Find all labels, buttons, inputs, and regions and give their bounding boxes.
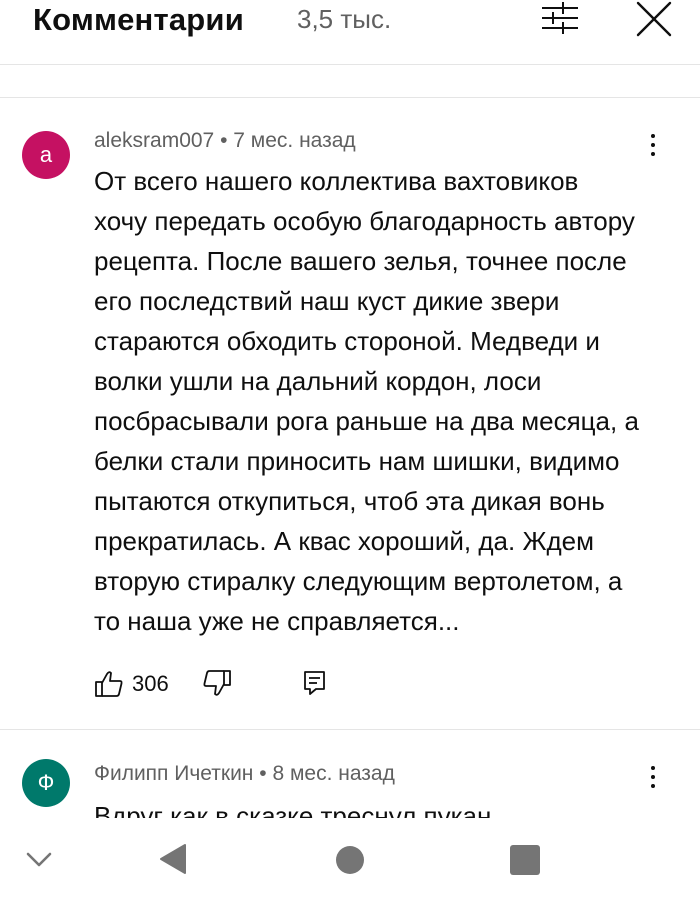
comment-text: От всего нашего коллектива вахтовиков хо… xyxy=(94,161,679,641)
comment-actions: 306 xyxy=(94,665,434,701)
header-divider xyxy=(0,64,700,65)
more-vert-icon xyxy=(651,766,655,788)
like-button[interactable] xyxy=(94,669,124,699)
comment-line: то наша уже не справляется... xyxy=(94,606,460,636)
comment-line: вторую стиралку следующим вертолетом, а xyxy=(94,566,623,596)
more-options-button[interactable] xyxy=(640,761,666,793)
comments-header: Комментарии 3,5 тыс. xyxy=(0,0,700,64)
comment-line: Вдруг как в сказке треснул пукан xyxy=(94,801,492,818)
nav-recents-button[interactable] xyxy=(510,845,540,875)
back-triangle-icon xyxy=(160,844,186,874)
close-button[interactable] xyxy=(632,0,676,38)
comment-line: пытаются откупиться, чтоб эта дикая вонь xyxy=(94,486,605,516)
comment-line: От всего нашего коллектива вахтовиков xyxy=(94,166,579,196)
comment-line: волки ушли на дальний кордон, лоси xyxy=(94,366,542,396)
more-vert-icon xyxy=(651,134,655,156)
close-icon xyxy=(636,1,672,37)
nav-back-button[interactable] xyxy=(156,842,190,876)
comments-count: 3,5 тыс. xyxy=(297,4,392,34)
comment-line: посбрасывали рога раньше на два месяца, … xyxy=(94,406,639,436)
comment-time: 7 мес. назад xyxy=(233,129,356,152)
comment-author[interactable]: aleksram007 xyxy=(94,129,214,152)
sliders-icon xyxy=(542,2,578,34)
meta-separator: • xyxy=(259,762,267,785)
meta-separator: • xyxy=(220,129,228,152)
comment-line: рецепта. После вашего зелья, точнее посл… xyxy=(94,246,627,276)
reply-comment-icon xyxy=(304,671,325,695)
comment-item: Ф Филипп Ичеткин • 8 мес. назад Вдруг ка… xyxy=(0,730,700,818)
more-options-button[interactable] xyxy=(640,129,666,161)
comment-line: прекратилась. А квас хороший, да. Ждем xyxy=(94,526,594,556)
comments-title: Комментарии xyxy=(33,2,244,37)
system-nav-bar xyxy=(0,818,700,906)
chevron-down-icon xyxy=(26,852,52,867)
like-count: 306 xyxy=(132,671,169,696)
comment-item: a aleksram007 • 7 мес. назад От всего на… xyxy=(0,97,700,729)
comment-meta: Филипп Ичеткин • 8 мес. назад xyxy=(94,762,395,786)
comment-line: стараются обходить стороной. Медведи и xyxy=(94,326,600,356)
comment-text: Вдруг как в сказке треснул пукан xyxy=(94,796,679,818)
reply-button[interactable] xyxy=(302,669,328,697)
nav-home-button[interactable] xyxy=(336,846,364,874)
comment-meta: aleksram007 • 7 мес. назад xyxy=(94,129,356,153)
sort-filter-button[interactable] xyxy=(536,0,584,36)
comment-time: 8 мес. назад xyxy=(272,762,395,785)
avatar[interactable]: a xyxy=(22,131,70,179)
comment-line: его последствий наш куст дикие звери xyxy=(94,286,560,316)
nav-hide-keyboard-button[interactable] xyxy=(24,848,54,872)
comment-line: хочу передать особую благодарность автор… xyxy=(94,206,635,236)
avatar[interactable]: Ф xyxy=(22,759,70,807)
comment-line: белки стали приносить нам шишки, видимо xyxy=(94,446,620,476)
thumbs-up-icon xyxy=(95,671,123,697)
thumbs-down-icon xyxy=(203,670,231,696)
dislike-button[interactable] xyxy=(202,668,232,698)
comment-author[interactable]: Филипп Ичеткин xyxy=(94,762,253,785)
